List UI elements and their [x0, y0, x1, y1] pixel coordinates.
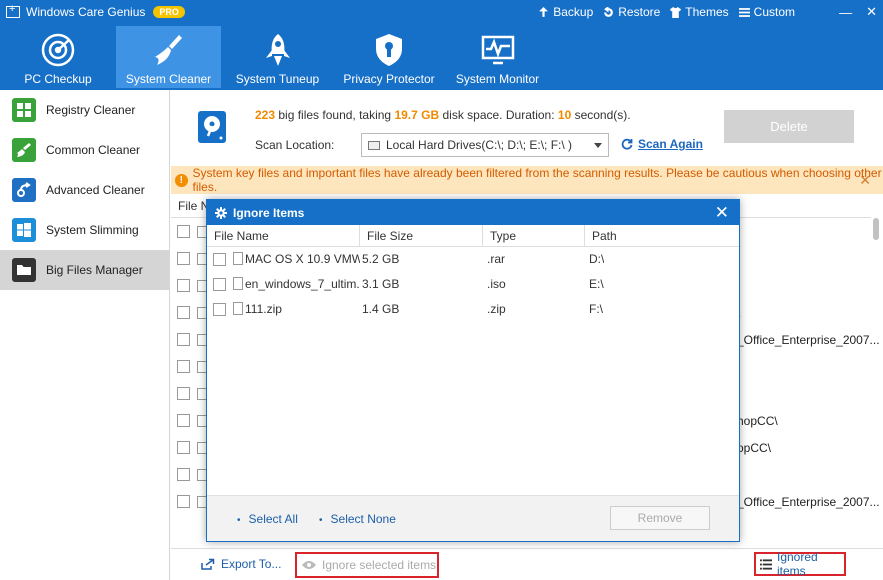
column-type[interactable]: Type [483, 225, 585, 247]
chevron-down-icon [594, 143, 602, 148]
tab-system-cleaner[interactable]: System Cleaner [116, 26, 221, 88]
row-checkbox[interactable] [177, 414, 190, 427]
scan-summary: 223 big files found, taking 19.7 GB disk… [255, 108, 631, 122]
ignored-items-button[interactable]: Ignored items [754, 550, 846, 578]
column-path[interactable]: Path [585, 225, 739, 247]
backup-icon [539, 6, 549, 17]
main-nav: PC Checkup System Cleaner System Tuneup … [0, 24, 883, 90]
warning-banner: ! System key files and important files h… [171, 166, 883, 194]
file-icon [233, 302, 243, 315]
column-file-name[interactable]: File Name [207, 225, 360, 247]
refresh-icon [621, 138, 633, 150]
rocket-icon [265, 34, 290, 66]
eye-icon [302, 561, 316, 569]
file-icon [233, 277, 243, 290]
close-warning-button[interactable]: ✕ [859, 172, 871, 189]
tab-privacy-protector[interactable]: Privacy Protector [340, 26, 438, 88]
menu-icon [738, 7, 750, 17]
tab-system-tuneup[interactable]: System Tuneup [235, 26, 320, 88]
vertical-scrollbar[interactable] [873, 218, 879, 240]
sidebar-item-registry-cleaner[interactable]: Registry Cleaner [0, 90, 169, 130]
column-file-size[interactable]: File Size [360, 225, 483, 247]
sidebar: Registry Cleaner Common Cleaner Advanced… [0, 90, 170, 580]
scan-again-link[interactable]: Scan Again [621, 137, 703, 151]
close-window-button[interactable]: ✕ [866, 4, 877, 20]
minimize-button[interactable]: — [839, 5, 852, 20]
ignore-items-dialog: Ignore Items ✕ File Name File Size Type … [206, 199, 740, 542]
sidebar-item-common-cleaner[interactable]: Common Cleaner [0, 130, 169, 170]
scan-location-label: Scan Location: [255, 138, 335, 152]
windows-icon [12, 218, 36, 242]
tab-system-monitor[interactable]: System Monitor [455, 26, 540, 88]
hard-drive-icon [198, 111, 226, 143]
advanced-icon [12, 178, 36, 202]
custom-button[interactable]: Custom [738, 5, 795, 19]
export-icon [201, 558, 215, 570]
close-dialog-button[interactable]: ✕ [715, 203, 729, 223]
row-checkbox[interactable] [213, 278, 226, 291]
monitor-icon [481, 35, 514, 65]
row-checkbox[interactable] [177, 387, 190, 400]
dialog-title-bar: Ignore Items [207, 200, 739, 225]
scan-location-dropdown[interactable]: Local Hard Drives(C:\; D:\; E:\; F:\ ) [361, 133, 609, 157]
ignore-selected-button[interactable]: Ignore selected items [295, 552, 439, 578]
app-title: Windows Care Genius [26, 5, 146, 19]
broom-icon [154, 35, 182, 65]
dialog-footer: Select All Select None Remove [207, 495, 739, 541]
pro-badge: PRO [153, 6, 185, 18]
delete-button[interactable]: Delete [724, 110, 854, 143]
broom-icon [12, 138, 36, 162]
file-icon [233, 252, 243, 265]
select-all-link[interactable]: Select All [237, 512, 298, 526]
drive-icon [368, 140, 380, 150]
row-checkbox[interactable] [177, 360, 190, 373]
restore-icon [604, 6, 614, 17]
select-none-link[interactable]: Select None [319, 512, 396, 526]
shield-icon [376, 34, 402, 66]
row-checkbox[interactable] [177, 225, 190, 238]
folder-icon [12, 258, 36, 282]
dialog-row[interactable]: 111.zip 1.4 GB .zip F:\ [207, 297, 739, 322]
window-controls: — ✕ [839, 0, 877, 24]
row-checkbox[interactable] [177, 333, 190, 346]
row-checkbox[interactable] [177, 441, 190, 454]
sidebar-item-system-slimming[interactable]: System Slimming [0, 210, 169, 250]
total-size: 19.7 GB [394, 108, 440, 122]
duration: 10 [557, 108, 572, 122]
tshirt-icon [670, 6, 682, 18]
dialog-row[interactable]: en_windows_7_ultim... 3.1 GB .iso E:\ [207, 272, 739, 297]
themes-button[interactable]: Themes [670, 5, 729, 19]
tab-pc-checkup[interactable]: PC Checkup [14, 26, 102, 88]
sidebar-item-big-files-manager[interactable]: Big Files Manager [0, 250, 169, 290]
row-checkbox[interactable] [177, 468, 190, 481]
registry-icon [12, 98, 36, 122]
row-checkbox[interactable] [177, 306, 190, 319]
row-checkbox[interactable] [177, 252, 190, 265]
backup-button[interactable]: Backup [538, 5, 593, 19]
row-checkbox[interactable] [177, 279, 190, 292]
row-checkbox[interactable] [213, 303, 226, 316]
gear-icon [215, 206, 227, 219]
title-actions: Backup Restore Themes Custom [538, 0, 795, 24]
remove-button[interactable]: Remove [610, 506, 710, 530]
bottom-toolbar: Export To... Ignore selected items Ignor… [171, 548, 883, 580]
dialog-table-header: File Name File Size Type Path [207, 225, 739, 247]
list-icon [760, 558, 772, 570]
restore-button[interactable]: Restore [603, 5, 660, 19]
dialog-row[interactable]: MAC OS X 10.9 VMW... 5.2 GB .rar D:\ [207, 247, 739, 272]
row-checkbox[interactable] [213, 253, 226, 266]
app-logo-icon [6, 3, 20, 18]
title-bar: Windows Care Genius PRO Backup Restore T… [0, 0, 883, 24]
radar-icon [41, 33, 75, 67]
warning-icon: ! [175, 173, 188, 187]
file-count: 223 [255, 108, 276, 122]
warning-text: System key files and important files hav… [192, 166, 882, 194]
dialog-title: Ignore Items [233, 205, 305, 220]
export-button[interactable]: Export To... [201, 557, 281, 571]
row-checkbox[interactable] [177, 495, 190, 508]
sidebar-item-advanced-cleaner[interactable]: Advanced Cleaner [0, 170, 169, 210]
